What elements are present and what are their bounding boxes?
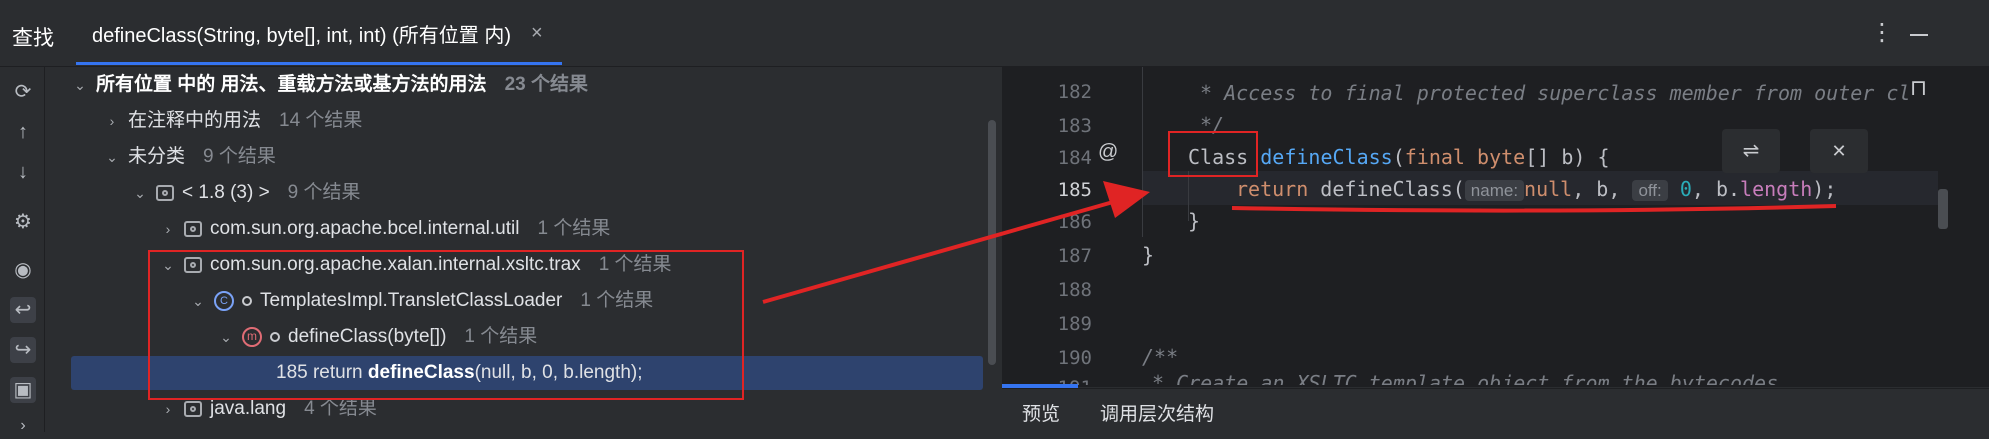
editor-scrollbar[interactable] (1938, 189, 1948, 229)
override-annotation-icon[interactable]: @ (1098, 141, 1118, 164)
reader-mode-icon[interactable]: ⊓ (1910, 75, 1927, 101)
tree-node-in-comments[interactable]: › 在注释中的用法 14 个结果 (104, 104, 363, 138)
refresh-icon[interactable]: ⟳ (10, 79, 36, 105)
settings-icon[interactable]: ⚙ (10, 209, 36, 235)
tree-node-uncategorized[interactable]: ⌄ 未分类 9 个结果 (104, 140, 276, 174)
more-options-icon[interactable]: ⋮ (1870, 18, 1894, 47)
chevron-down-icon[interactable]: ⌄ (104, 140, 120, 174)
close-preview-icon[interactable]: ✕ (1810, 129, 1868, 173)
find-toolwindow-header: 查找 defineClass(String, byte[], int, int)… (0, 0, 1989, 67)
import-usages-icon[interactable]: ↩ (10, 297, 36, 323)
arrow-up-icon[interactable]: ↑ (10, 119, 36, 145)
toolwindow-title: 查找 (12, 27, 54, 50)
chevron-right-icon[interactable]: › (160, 212, 176, 246)
export-usages-icon[interactable]: ↪ (10, 337, 36, 363)
line-number: 187 (1057, 245, 1092, 267)
code-line-191: * Create an XSLTC template object from t… (1152, 371, 1779, 385)
tree-node-bcel-package[interactable]: › com.sun.org.apache.bcel.internal.util … (160, 212, 611, 246)
minimize-icon[interactable] (1910, 34, 1928, 36)
code-line-182: * Access to final protected superclass m… (1200, 81, 1911, 105)
line-number: 185 (1057, 179, 1092, 201)
code-preview-editor[interactable]: 182 183 184 185 186 187 188 189 190 191 … (1002, 67, 1989, 388)
line-number: 182 (1057, 81, 1092, 103)
tab-preview[interactable]: 预览 (1022, 399, 1060, 426)
tab-defineclass-usages[interactable]: defineClass(String, byte[], int, int) (所… (76, 0, 559, 66)
code-line-190: /** (1142, 345, 1179, 369)
annotation-class-box (1168, 131, 1258, 177)
soft-wrap-icon[interactable]: ⇌ (1722, 129, 1780, 173)
indent-guide (1142, 67, 1143, 237)
package-icon (184, 221, 202, 237)
line-number: 188 (1057, 279, 1092, 301)
code-line-186: } (1188, 209, 1201, 233)
param-hint-off: off: (1632, 180, 1668, 201)
chevron-right-icon[interactable]: › (104, 104, 120, 138)
line-number: 189 (1057, 313, 1092, 335)
tree-node-jdk[interactable]: ⌄ < 1.8 (3) > 9 个结果 (132, 176, 360, 210)
chevron-down-icon[interactable]: ⌄ (132, 176, 148, 210)
tab-label: defineClass(String, byte[], int, int) (所… (92, 24, 512, 47)
group-by-directory-icon[interactable]: ▣ (10, 377, 36, 403)
preview-eye-icon[interactable]: ◉ (10, 257, 36, 283)
line-number: 186 (1057, 211, 1092, 233)
code-line-187: } (1142, 243, 1155, 267)
line-number: 190 (1057, 347, 1092, 369)
tab-call-hierarchy[interactable]: 调用层次结构 (1100, 399, 1214, 426)
active-tab-indicator (76, 62, 562, 65)
tree-node-root[interactable]: ⌄ 所有位置 中的 用法、重载方法或基方法的用法 23 个结果 (72, 68, 588, 102)
package-icon (184, 401, 202, 417)
expand-toolbar-icon[interactable]: › (10, 413, 36, 439)
line-number: 184 (1057, 147, 1092, 169)
find-toolbar: ⟳ ↑ ↓ ⚙ ◉ ↩ ↪ ▣ › (0, 67, 45, 434)
library-icon (156, 185, 174, 201)
annotation-highlight-box (148, 250, 744, 400)
code-line-185: return defineClass(name: null, b, off: 0,… (1236, 177, 1837, 201)
tree-scrollbar[interactable] (988, 120, 996, 365)
preview-tabs: 预览 调用层次结构 (1002, 388, 1989, 433)
line-number: 183 (1057, 115, 1092, 137)
tab-close-icon[interactable]: × (531, 22, 543, 45)
param-hint-name: name: (1464, 180, 1525, 201)
arrow-down-icon[interactable]: ↓ (10, 159, 36, 185)
chevron-down-icon[interactable]: ⌄ (72, 68, 88, 102)
